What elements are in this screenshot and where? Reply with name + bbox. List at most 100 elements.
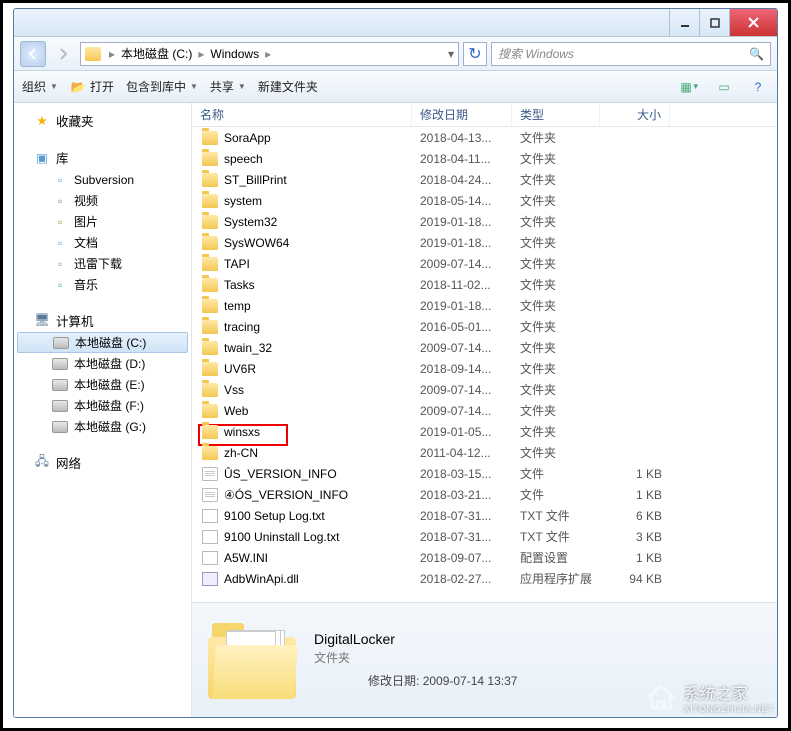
dropdown-icon[interactable]: ▾ bbox=[448, 47, 454, 61]
file-name: UV6R bbox=[224, 362, 256, 376]
drive-icon bbox=[52, 400, 68, 412]
file-row[interactable]: zh-CN 2011-04-12... 文件夹 bbox=[192, 442, 777, 463]
favorites-group[interactable]: ★收藏夹 bbox=[14, 109, 191, 132]
file-date: 2018-04-24... bbox=[412, 173, 512, 187]
file-name: 9100 Uninstall Log.txt bbox=[224, 530, 339, 544]
column-date[interactable]: 修改日期 bbox=[412, 103, 512, 126]
open-icon: 📂 bbox=[70, 79, 86, 95]
file-row[interactable]: speech 2018-04-11... 文件夹 bbox=[192, 148, 777, 169]
share-menu[interactable]: 共享▼ bbox=[210, 78, 246, 95]
network-group[interactable]: 🖧网络 bbox=[14, 451, 191, 474]
file-row[interactable]: ÛS_VERSION_INFO 2018-03-15... 文件 1 KB bbox=[192, 463, 777, 484]
file-row[interactable]: TAPI 2009-07-14... 文件夹 bbox=[192, 253, 777, 274]
column-size[interactable]: 大小 bbox=[600, 103, 670, 126]
file-row[interactable]: ④ÓS_VERSION_INFO 2018-03-21... 文件 1 KB bbox=[192, 484, 777, 505]
file-row[interactable]: System32 2019-01-18... 文件夹 bbox=[192, 211, 777, 232]
back-button[interactable] bbox=[20, 41, 46, 67]
chevron-right-icon[interactable]: ▸ bbox=[196, 47, 206, 61]
file-row[interactable]: tracing 2016-05-01... 文件夹 bbox=[192, 316, 777, 337]
file-row[interactable]: Tasks 2018-11-02... 文件夹 bbox=[192, 274, 777, 295]
open-button[interactable]: 📂打开 bbox=[70, 78, 114, 95]
network-icon: 🖧 bbox=[34, 455, 50, 471]
file-type: 配置设置 bbox=[512, 549, 600, 566]
file-date: 2018-04-11... bbox=[412, 152, 512, 166]
help-button[interactable]: ? bbox=[747, 76, 769, 98]
file-type: 文件夹 bbox=[512, 444, 600, 461]
chevron-right-icon[interactable]: ▸ bbox=[107, 47, 117, 61]
forward-button[interactable] bbox=[50, 41, 76, 67]
file-type: 文件夹 bbox=[512, 276, 600, 293]
music-icon: ▫ bbox=[52, 277, 68, 293]
navigation-pane: ★收藏夹 ▣库 ▫Subversion▫视频▫图片▫文档▫迅雷下载▫音乐 🖥计算… bbox=[14, 103, 192, 717]
ini-icon bbox=[202, 551, 218, 565]
sidebar-library-item[interactable]: ▫图片 bbox=[14, 211, 191, 232]
file-row[interactable]: SysWOW64 2019-01-18... 文件夹 bbox=[192, 232, 777, 253]
sidebar-drive-item[interactable]: 本地磁盘 (F:) bbox=[14, 395, 191, 416]
file-type: 文件夹 bbox=[512, 381, 600, 398]
file-date: 2018-03-21... bbox=[412, 488, 512, 502]
search-icon: 🔍 bbox=[749, 47, 764, 61]
sidebar-library-item[interactable]: ▫文档 bbox=[14, 232, 191, 253]
file-date: 2019-01-18... bbox=[412, 215, 512, 229]
doc-icon: ▫ bbox=[52, 235, 68, 251]
column-type[interactable]: 类型 bbox=[512, 103, 600, 126]
file-row[interactable]: A5W.INI 2018-09-07... 配置设置 1 KB bbox=[192, 547, 777, 568]
folder-icon bbox=[202, 341, 218, 355]
sidebar-library-item[interactable]: ▫Subversion bbox=[14, 169, 191, 190]
sidebar-drive-item[interactable]: 本地磁盘 (D:) bbox=[14, 353, 191, 374]
file-row[interactable]: winsxs 2019-01-05... 文件夹 bbox=[192, 421, 777, 442]
file-date: 2018-07-31... bbox=[412, 530, 512, 544]
organize-menu[interactable]: 组织▼ bbox=[22, 78, 58, 95]
sidebar-drive-item[interactable]: 本地磁盘 (G:) bbox=[14, 416, 191, 437]
folder-icon bbox=[202, 152, 218, 166]
file-date: 2018-11-02... bbox=[412, 278, 512, 292]
dll-icon bbox=[202, 572, 218, 586]
file-type: 文件夹 bbox=[512, 423, 600, 440]
file-row[interactable]: system 2018-05-14... 文件夹 bbox=[192, 190, 777, 211]
sidebar-drive-item[interactable]: 本地磁盘 (C:) bbox=[17, 332, 188, 353]
sidebar-library-item[interactable]: ▫视频 bbox=[14, 190, 191, 211]
search-input[interactable]: 搜索 Windows 🔍 bbox=[491, 42, 771, 66]
column-name[interactable]: 名称 bbox=[192, 103, 412, 126]
file-row[interactable]: SoraApp 2018-04-13... 文件夹 bbox=[192, 127, 777, 148]
sidebar-library-item[interactable]: ▫音乐 bbox=[14, 274, 191, 295]
sidebar-library-item[interactable]: ▫迅雷下载 bbox=[14, 253, 191, 274]
library-icon: ▣ bbox=[34, 150, 50, 166]
file-date: 2009-07-14... bbox=[412, 404, 512, 418]
file-row[interactable]: Web 2009-07-14... 文件夹 bbox=[192, 400, 777, 421]
file-row[interactable]: AdbWinApi.dll 2018-02-27... 应用程序扩展 94 KB bbox=[192, 568, 777, 589]
minimize-button[interactable] bbox=[669, 9, 699, 36]
file-name: Tasks bbox=[224, 278, 255, 292]
chevron-right-icon[interactable]: ▸ bbox=[263, 47, 273, 61]
computer-group[interactable]: 🖥计算机 bbox=[14, 309, 191, 332]
drive-icon bbox=[52, 421, 68, 433]
breadcrumb-item[interactable]: Windows bbox=[206, 47, 263, 61]
include-library-menu[interactable]: 包含到库中▼ bbox=[126, 78, 198, 95]
file-row[interactable]: 9100 Setup Log.txt 2018-07-31... TXT 文件 … bbox=[192, 505, 777, 526]
libraries-group[interactable]: ▣库 bbox=[14, 146, 191, 169]
breadcrumb-item[interactable]: 本地磁盘 (C:) bbox=[117, 45, 196, 62]
file-pane: 名称 修改日期 类型 大小 SoraApp 2018-04-13... 文件夹 … bbox=[192, 103, 777, 717]
file-date: 2019-01-18... bbox=[412, 299, 512, 313]
refresh-button[interactable]: ↻ bbox=[463, 42, 487, 66]
file-type: 文件夹 bbox=[512, 297, 600, 314]
maximize-button[interactable] bbox=[699, 9, 729, 36]
preview-pane-button[interactable]: ▭ bbox=[713, 76, 735, 98]
file-row[interactable]: twain_32 2009-07-14... 文件夹 bbox=[192, 337, 777, 358]
address-bar[interactable]: ▸ 本地磁盘 (C:) ▸ Windows ▸ ▾ bbox=[80, 42, 459, 66]
file-date: 2018-09-14... bbox=[412, 362, 512, 376]
file-list[interactable]: SoraApp 2018-04-13... 文件夹 speech 2018-04… bbox=[192, 127, 777, 602]
file-row[interactable]: UV6R 2018-09-14... 文件夹 bbox=[192, 358, 777, 379]
view-options-button[interactable]: ▦ ▼ bbox=[679, 76, 701, 98]
file-name: speech bbox=[224, 152, 263, 166]
new-folder-button[interactable]: 新建文件夹 bbox=[258, 78, 318, 95]
file-row[interactable]: temp 2019-01-18... 文件夹 bbox=[192, 295, 777, 316]
folder-icon bbox=[202, 278, 218, 292]
file-row[interactable]: ST_BillPrint 2018-04-24... 文件夹 bbox=[192, 169, 777, 190]
folder-icon bbox=[202, 446, 218, 460]
close-button[interactable] bbox=[729, 9, 777, 36]
file-row[interactable]: Vss 2009-07-14... 文件夹 bbox=[192, 379, 777, 400]
sidebar-drive-item[interactable]: 本地磁盘 (E:) bbox=[14, 374, 191, 395]
file-row[interactable]: 9100 Uninstall Log.txt 2018-07-31... TXT… bbox=[192, 526, 777, 547]
folder-icon bbox=[85, 47, 101, 61]
